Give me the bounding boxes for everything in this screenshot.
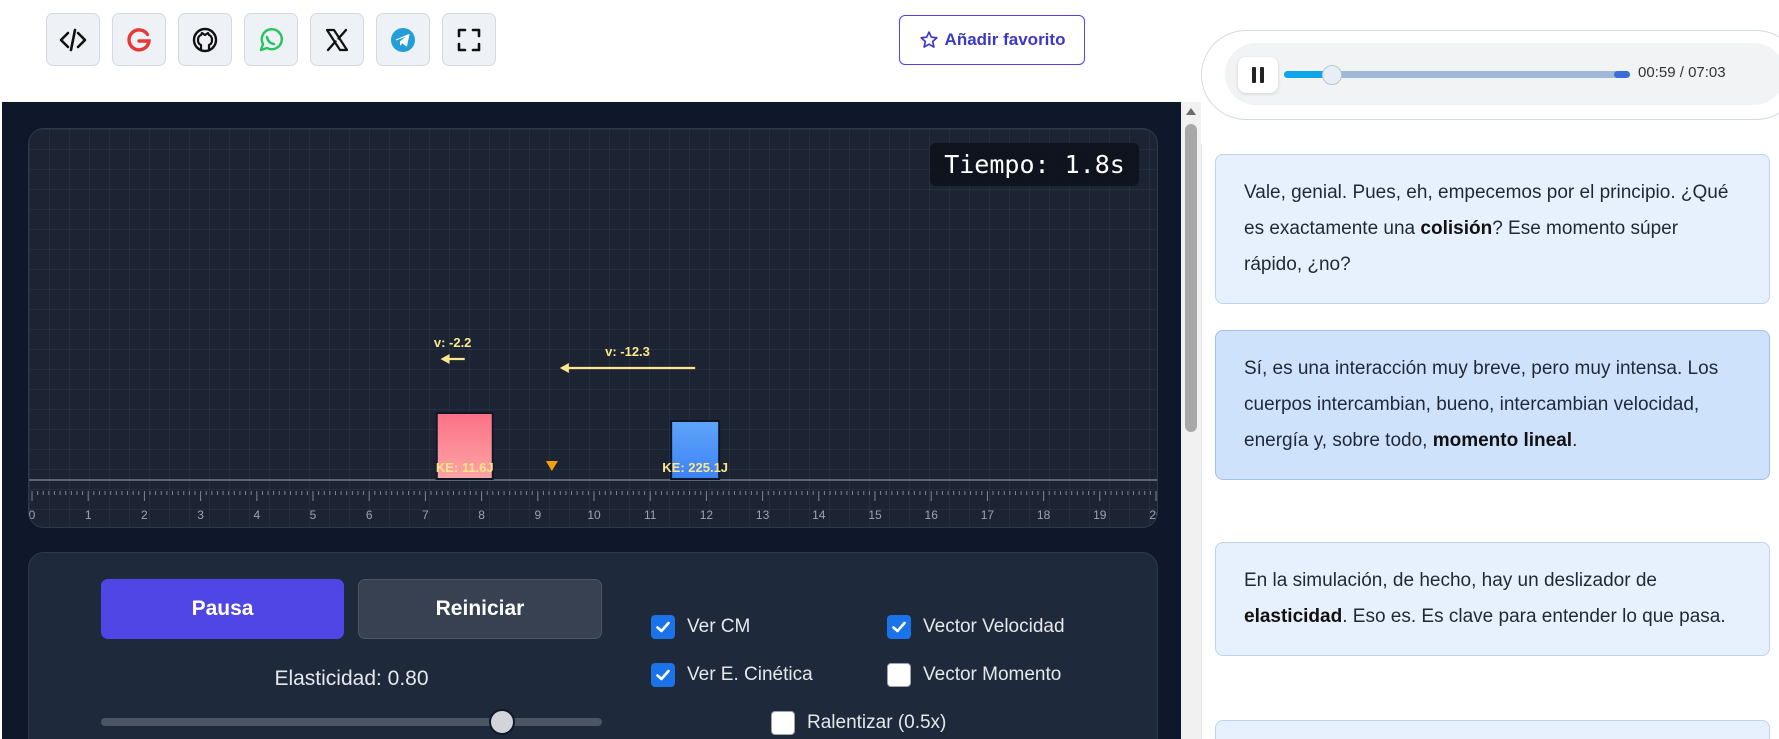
transcript-message[interactable]: En la simulación, de hecho, hay un desli…	[1215, 542, 1770, 656]
ruler-tick-label: 8	[478, 508, 485, 522]
x-icon	[325, 28, 349, 51]
checkbox-ver-cm[interactable]: Ver CM	[651, 615, 750, 639]
checkbox-vector-velocidad[interactable]: Vector Velocidad	[887, 615, 1065, 639]
kinetic-energy-label: KE: 225.1J	[662, 460, 728, 475]
embed-code-button[interactable]	[46, 13, 100, 66]
checkbox-label: Vector Momento	[923, 664, 1062, 685]
ruler-tick-label: 20	[1149, 508, 1158, 522]
center-of-mass-marker	[545, 461, 558, 471]
audio-progress-bar[interactable]	[1284, 65, 1630, 85]
audio-current-time: 00:59	[1638, 64, 1676, 81]
ruler-tick-label: 0	[29, 508, 36, 522]
code-icon	[59, 28, 87, 51]
ruler-tick-label: 16	[925, 508, 939, 522]
checkbox-ver-ecinetica[interactable]: Ver E. Cinética	[651, 663, 813, 687]
transcript-message[interactable]: Vale, genial. Pues, eh, empecemos por el…	[1215, 154, 1770, 304]
scrollbar-thumb[interactable]	[1185, 124, 1197, 432]
ruler-tick-label: 3	[197, 508, 204, 522]
scroll-up-arrow-icon[interactable]	[1186, 108, 1196, 115]
ruler-tick-label: 15	[868, 508, 882, 522]
fullscreen-icon	[457, 28, 481, 51]
transcript-keyword: momento lineal	[1432, 430, 1573, 451]
ruler-tick-label: 11	[644, 508, 657, 522]
velocity-label: v: -12.3	[605, 344, 650, 359]
star-icon	[919, 31, 938, 48]
audio-buffer-end	[1614, 71, 1630, 78]
ruler-tick-label: 7	[422, 508, 429, 522]
ruler-tick-label: 1	[85, 508, 92, 522]
ruler-tick-label: 17	[981, 508, 995, 522]
checkbox-label: Ver CM	[687, 616, 751, 637]
transcript-text: En la simulación, de hecho, hay un desli…	[1244, 570, 1657, 591]
whatsapp-share-button[interactable]	[244, 13, 298, 66]
transcript-message[interactable]	[1215, 720, 1770, 739]
elasticity-label: Elasticidad: 0.80	[274, 667, 429, 690]
github-share-button[interactable]	[178, 13, 232, 66]
checkbox-unchecked-icon[interactable]	[887, 663, 911, 687]
ruler-tick-label: 10	[587, 508, 601, 522]
pause-icon	[1252, 67, 1264, 83]
simulation-canvas[interactable]: Tiempo: 1.8s 0 1 2 3 4 5 6 7 8 9 10 11 12 13 14 15 16 17 1…	[28, 128, 1158, 528]
transcript-text: .	[1572, 430, 1578, 451]
google-share-button[interactable]	[112, 13, 166, 66]
google-icon	[127, 27, 151, 52]
reset-button[interactable]: Reiniciar	[358, 579, 602, 639]
elasticity-slider[interactable]	[101, 718, 602, 726]
ruler-tick-label: 9	[534, 508, 541, 522]
audio-time-separator: /	[1679, 64, 1684, 81]
checkbox-ralentizar[interactable]: Ralentizar (0.5x)	[771, 711, 946, 735]
kinetic-energy-label: KE: 11.6J	[436, 460, 494, 475]
checkbox-label: Vector Velocidad	[923, 616, 1065, 637]
checkbox-checked-icon[interactable]	[651, 663, 675, 687]
checkbox-unchecked-icon[interactable]	[771, 711, 795, 735]
velocity-label: v: -2.2	[434, 335, 472, 350]
ruler-tick-label: 2	[141, 508, 148, 522]
favorite-label: Añadir favorito	[944, 30, 1066, 49]
telegram-icon	[391, 27, 415, 52]
checkbox-checked-icon[interactable]	[651, 615, 675, 639]
velocity-arrowhead	[559, 363, 569, 373]
ruler-tick-label: 12	[700, 508, 714, 522]
ruler-tick-label: 18	[1037, 508, 1051, 522]
checkbox-label: Ralentizar (0.5x)	[807, 712, 947, 733]
audio-total-time: 07:03	[1688, 64, 1726, 81]
simulation-drawing: 01234567891011121314151617181920KE: 11.6…	[29, 335, 1158, 522]
fullscreen-button[interactable]	[442, 13, 496, 66]
audio-time: 00:59 / 07:03	[1638, 64, 1726, 81]
github-icon	[192, 27, 218, 52]
controls-panel: Pausa Reiniciar Elasticidad: 0.80 Ver CM…	[28, 552, 1158, 739]
ruler-tick-label: 5	[310, 508, 317, 522]
ruler-tick-label: 6	[366, 508, 373, 522]
whatsapp-icon	[259, 27, 283, 51]
transcript-panel: Vale, genial. Pues, eh, empecemos por el…	[1201, 144, 1779, 739]
simulation-stage: Tiempo: 1.8s 0 1 2 3 4 5 6 7 8 9 10 11 12 13 14 15 16 17 1…	[2, 102, 1181, 739]
x-share-button[interactable]	[310, 13, 364, 66]
transcript-keyword: elasticidad	[1244, 606, 1343, 627]
checkbox-label: Ver E. Cinética	[687, 664, 813, 685]
checkbox-checked-icon[interactable]	[887, 615, 911, 639]
ruler-tick-label: 13	[756, 508, 770, 522]
ruler-tick-label: 14	[812, 508, 826, 522]
add-favorite-button[interactable]: Añadir favorito	[899, 15, 1085, 65]
velocity-arrowhead	[440, 354, 450, 364]
elasticity-slider-thumb[interactable]	[488, 709, 515, 735]
ruler-tick-label: 19	[1093, 508, 1107, 522]
pause-button[interactable]: Pausa	[101, 579, 344, 639]
checkbox-vector-momento[interactable]: Vector Momento	[887, 663, 1061, 687]
pause-audio-button[interactable]	[1238, 57, 1278, 93]
top-toolbar: Añadir favorito	[0, 0, 1180, 102]
transcript-keyword: colisión	[1420, 218, 1493, 239]
telegram-share-button[interactable]	[376, 13, 430, 66]
transcript-message-active[interactable]: Sí, es una interacción muy breve, pero m…	[1215, 330, 1770, 480]
ruler-tick-label: 4	[253, 508, 260, 522]
transcript-text: . Eso es. Es clave para entender lo que …	[1342, 606, 1726, 627]
